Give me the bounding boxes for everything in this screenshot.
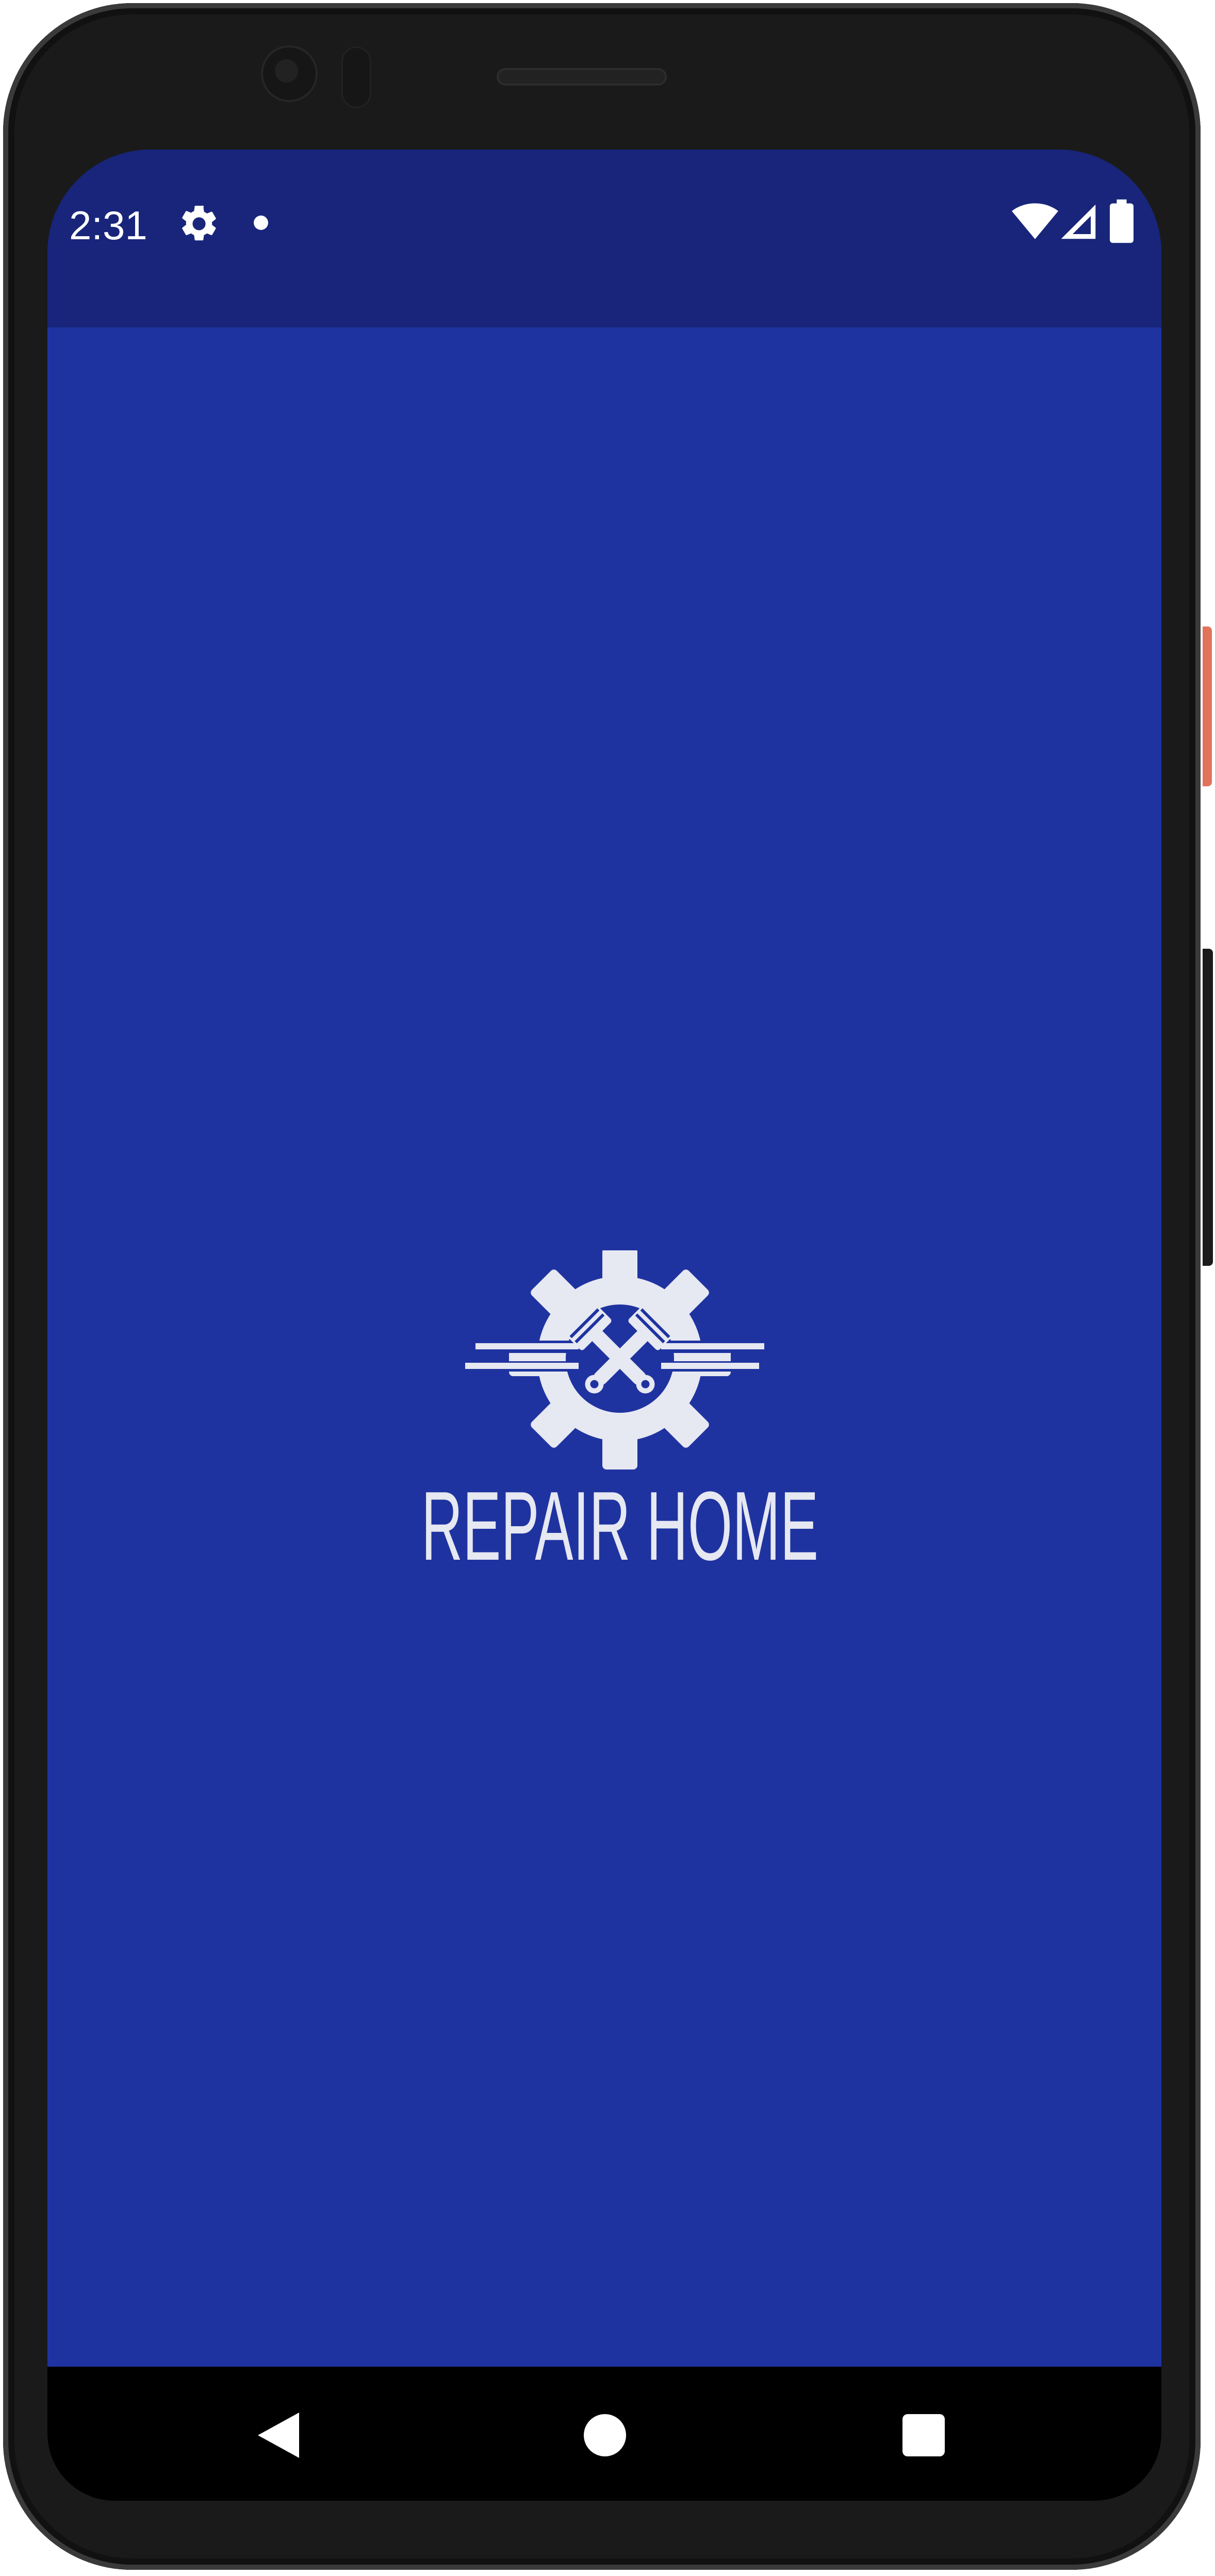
notification-dot-icon <box>254 216 268 230</box>
battery-icon <box>1110 199 1134 243</box>
recent-apps-icon[interactable] <box>902 2414 945 2456</box>
status-bar: 2:31 <box>47 150 1161 327</box>
cellular-signal-icon <box>1061 204 1096 239</box>
gear-icon <box>182 205 216 241</box>
proximity-sensor <box>341 46 371 108</box>
back-icon[interactable] <box>258 2412 299 2458</box>
brand-name: REPAIR HOME <box>421 1472 818 1580</box>
power-button <box>1203 626 1212 786</box>
front-camera <box>261 45 318 102</box>
screen: 2:31 REPAIR HOME <box>47 150 1161 2501</box>
home-icon[interactable] <box>584 2414 626 2456</box>
navigation-bar <box>47 2367 1161 2501</box>
splash-content: REPAIR HOME <box>47 327 1161 2367</box>
volume-button <box>1203 949 1213 1266</box>
wifi-icon <box>1012 203 1058 239</box>
earpiece-speaker <box>497 68 667 86</box>
gear-with-crossed-pistons-icon: REPAIR HOME <box>421 1250 818 1580</box>
status-time: 2:31 <box>69 203 147 248</box>
